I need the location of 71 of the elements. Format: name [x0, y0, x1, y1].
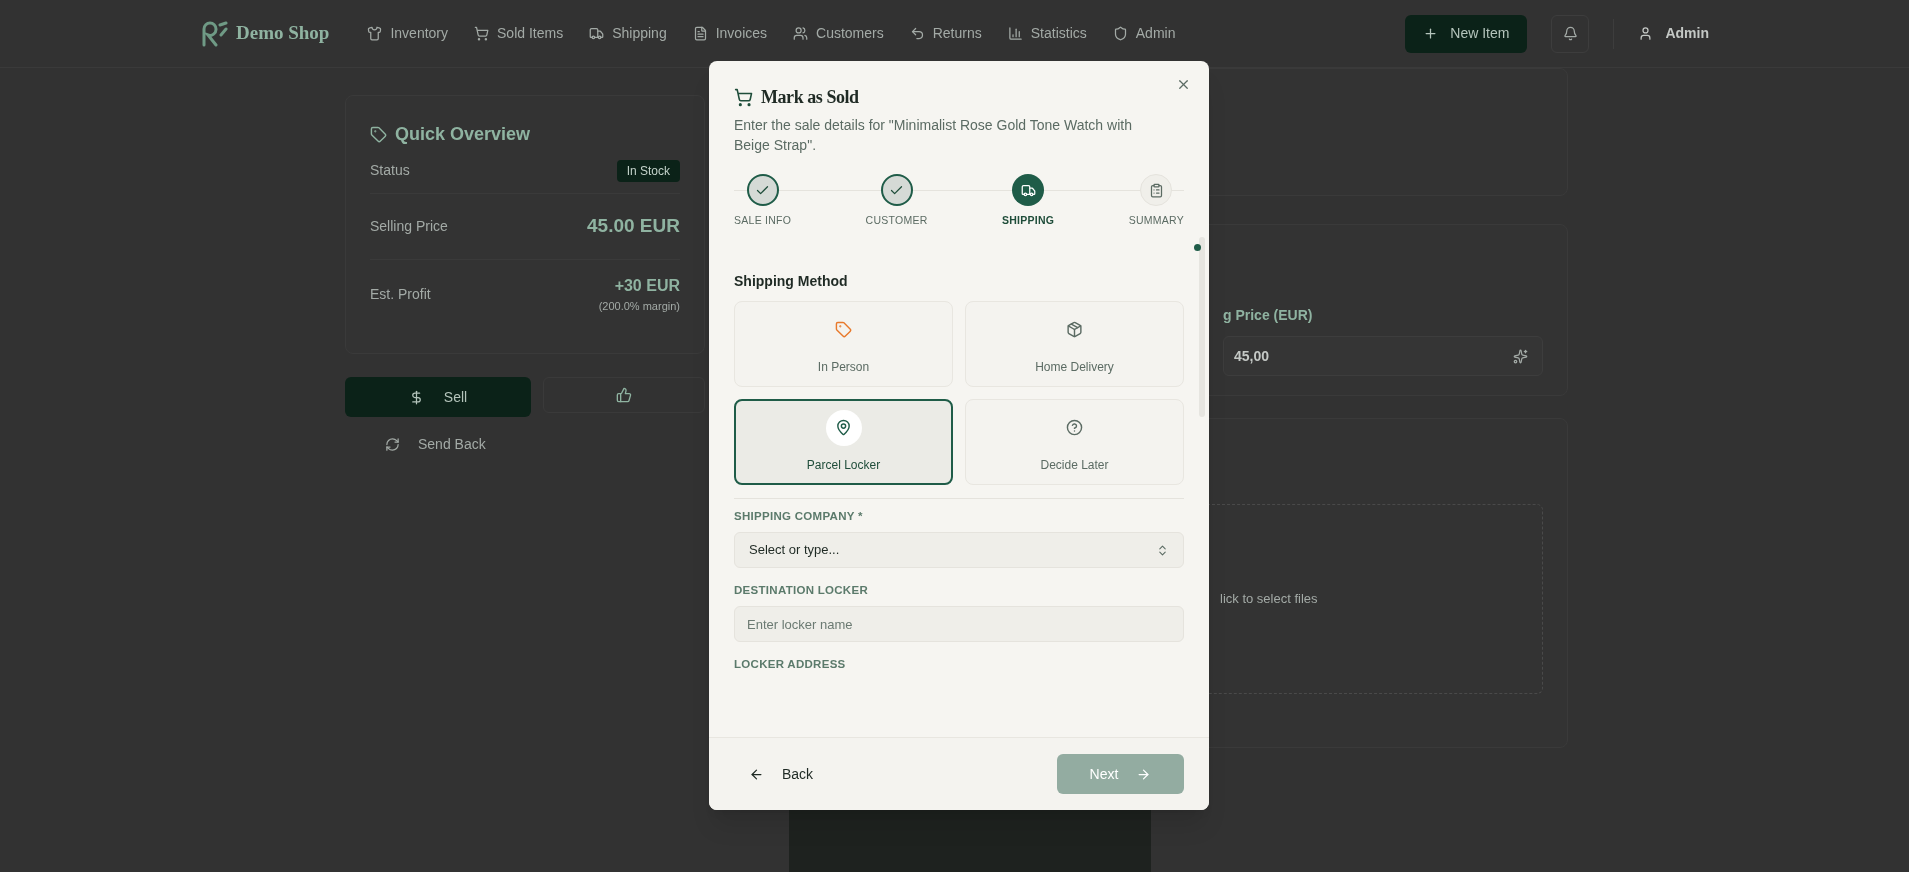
sell-button[interactable]: Sell: [345, 377, 531, 417]
arrow-right-icon: [1136, 766, 1152, 782]
tag-icon: [835, 321, 852, 339]
step-label: SALE INFO: [734, 213, 792, 228]
bell-icon: [1562, 26, 1578, 41]
nav-link[interactable]: Inventory: [367, 23, 449, 44]
back-button[interactable]: Back: [734, 754, 829, 794]
nav-link[interactable]: Returns: [909, 23, 982, 44]
field-label: g Price (EUR): [1223, 306, 1314, 325]
close-icon: [1176, 77, 1191, 92]
dialog-title: Mark as Sold: [761, 86, 859, 109]
price-value: 45.00 EUR: [587, 214, 680, 239]
shipping-method-option[interactable]: Parcel Locker: [734, 398, 953, 485]
cart-icon: [734, 88, 753, 107]
field-label: LOCKER ADDRESS: [734, 657, 847, 673]
nav-link[interactable]: Shipping: [589, 23, 667, 44]
nav-link[interactable]: Statistics: [1007, 23, 1087, 44]
field-label: SHIPPING COMPANY *: [734, 508, 864, 524]
field-label: Status: [370, 161, 410, 180]
status-badge: In Stock: [616, 159, 680, 182]
logo-icon: [200, 20, 228, 47]
price-input[interactable]: 45,00: [1223, 336, 1543, 376]
field-label: Selling Price: [370, 217, 448, 236]
step-label: SHIPPING: [1002, 213, 1055, 228]
margin-text: (200.0% margin): [598, 298, 680, 314]
map-pin-icon: [835, 419, 852, 437]
shield-icon: [1112, 26, 1128, 41]
dialog-description: Enter the sale details for "Minimalist Rose Gold Tone Watch with Beige Strap".: [734, 116, 1133, 155]
card-title: Quick Overview: [395, 123, 531, 146]
users-icon: [793, 26, 809, 41]
shipping-method-option[interactable]: In Person: [734, 300, 953, 387]
bar-chart-icon: [1007, 26, 1023, 41]
section-title: Shipping Method: [734, 271, 849, 291]
user-icon: [1638, 26, 1654, 41]
nav-link[interactable]: Customers: [793, 23, 884, 44]
shipping-method-option[interactable]: Home Delivery: [965, 300, 1184, 387]
undo-icon: [909, 26, 925, 41]
tag-icon: [370, 126, 387, 143]
nav-link[interactable]: Admin: [1112, 23, 1176, 44]
field-label: Est. Profit: [370, 284, 431, 304]
upload-hint: lick to select files: [1220, 590, 1318, 609]
locker-name-field[interactable]: Enter locker name: [734, 606, 1184, 643]
document-icon: [692, 26, 708, 41]
nav-link[interactable]: Sold Items: [474, 23, 564, 44]
step-label: SUMMARY: [1128, 213, 1184, 228]
brand-name[interactable]: Demo Shop: [236, 19, 330, 48]
help-icon: [1066, 419, 1083, 437]
profit-value: +30 EUR: [614, 275, 680, 296]
user-menu[interactable]: Admin: [1638, 23, 1709, 44]
shipping-method-option[interactable]: Decide Later: [965, 398, 1184, 485]
thumbs-up-icon: [616, 387, 632, 403]
clipboard-icon: [1148, 182, 1164, 198]
plus-icon: [1423, 26, 1439, 41]
send-back-button[interactable]: Send Back: [385, 429, 486, 459]
chevrons-icon: [1156, 543, 1169, 557]
box-icon: [1066, 321, 1083, 339]
new-item-button[interactable]: New Item: [1405, 14, 1528, 53]
notifications-button[interactable]: [1551, 14, 1590, 53]
close-button[interactable]: [1176, 77, 1191, 92]
refresh-icon: [385, 436, 400, 452]
nav-link[interactable]: Invoices: [692, 23, 768, 44]
shirt-icon: [367, 26, 383, 41]
cart-icon: [474, 26, 490, 41]
select-placeholder: Select or type...: [749, 541, 840, 560]
price-input-value: 45,00: [1234, 346, 1270, 366]
truck-icon: [1020, 182, 1036, 198]
sparkles-icon: [1513, 348, 1528, 364]
truck-icon: [589, 26, 605, 41]
field-label: DESTINATION LOCKER: [734, 583, 870, 598]
shipping-company-select[interactable]: Select or type...: [734, 532, 1184, 568]
step-label: CUSTOMER: [865, 213, 928, 228]
